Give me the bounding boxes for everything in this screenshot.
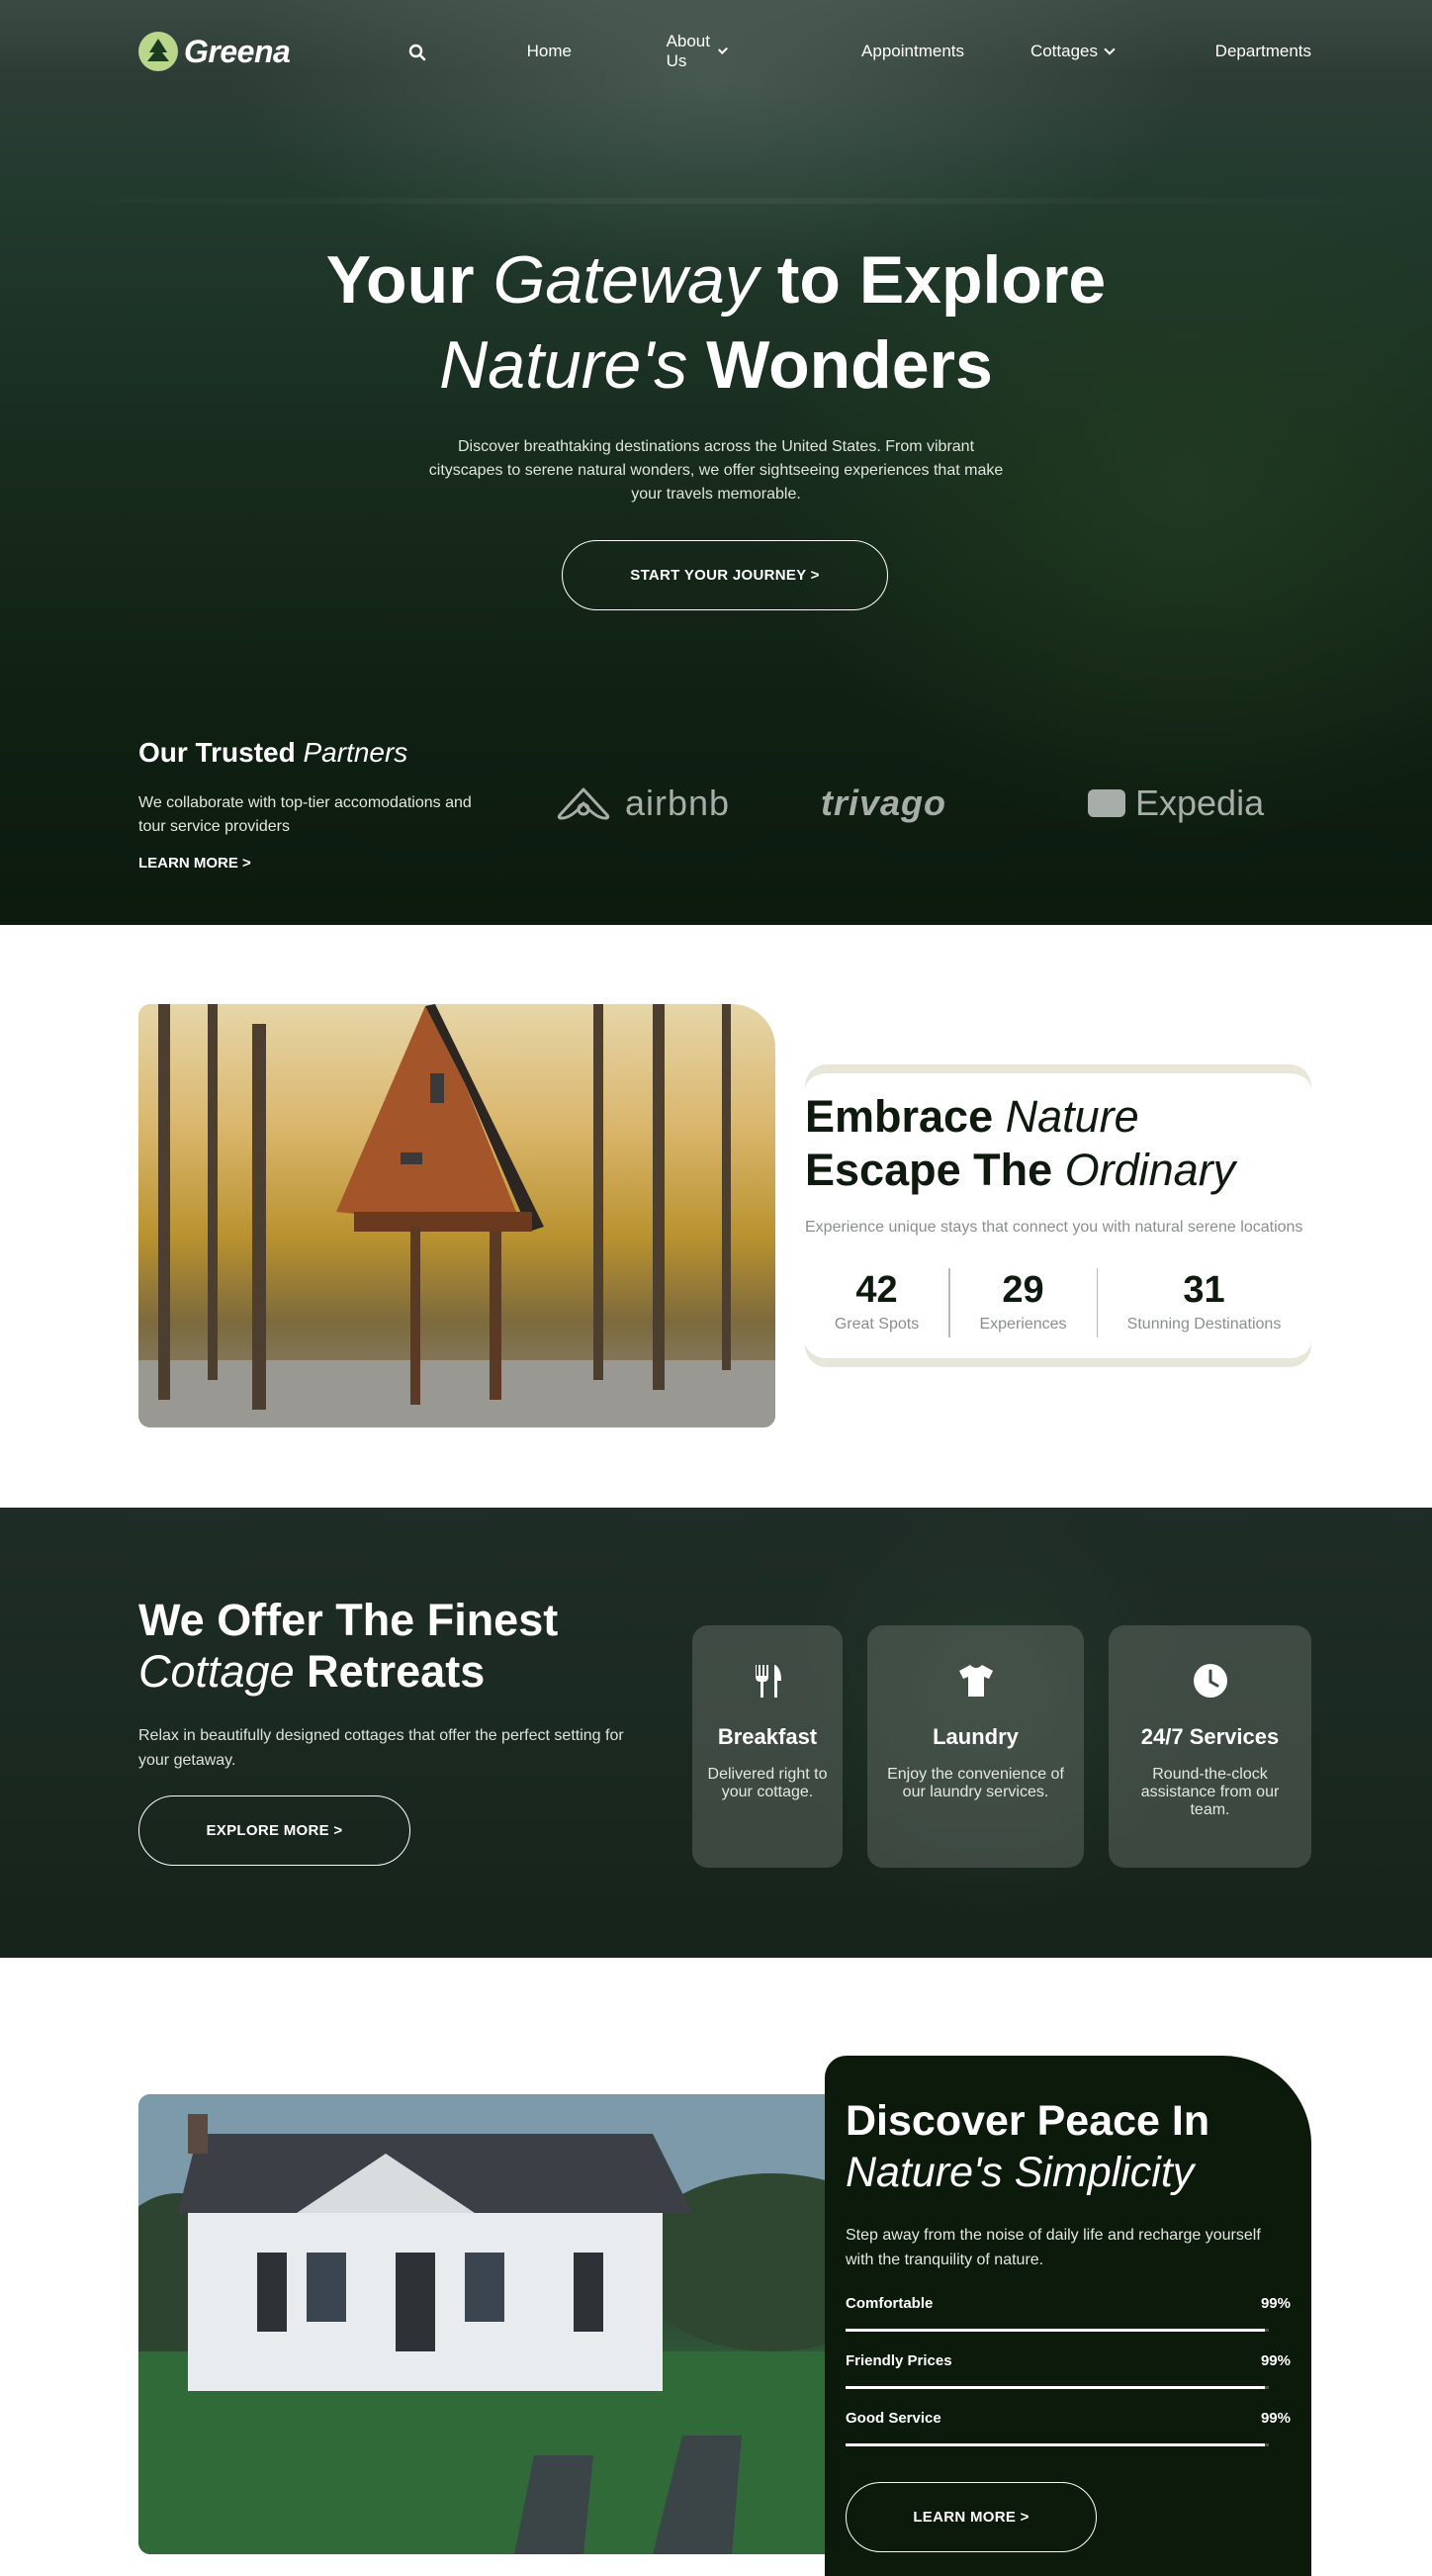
service-title: Laundry <box>933 1724 1019 1749</box>
nav-item-label: Appointments <box>861 42 964 60</box>
hero-title: Your Gateway to Explore Nature's Wonders <box>0 237 1432 408</box>
explore-more-button[interactable]: EXPLORE MORE > <box>138 1795 410 1866</box>
stat-label: Experiences <box>979 1316 1067 1333</box>
expedia-wordmark: Expedia <box>1135 782 1265 823</box>
progress-track <box>846 2329 1269 2332</box>
nav-item-about-us[interactable]: About Us <box>666 32 728 71</box>
clock-icon <box>1193 1664 1227 1698</box>
hero-title-part: Wonders <box>687 327 993 403</box>
tree-logo-icon <box>138 32 178 71</box>
progress-track <box>846 2443 1269 2446</box>
service-description: Enjoy the convenience of our laundry ser… <box>887 1766 1064 1800</box>
embrace-title-part: Escape The <box>805 1145 1065 1195</box>
service-card-24-7: 24/7 Services Round-the-clock assistance… <box>1109 1625 1311 1868</box>
stat-great-spots: 42 Great Spots <box>805 1268 948 1339</box>
airbnb-wordmark: airbnb <box>625 782 731 823</box>
hero-title-italic: Gateway <box>492 242 759 318</box>
embrace-title-part: Embrace <box>805 1091 1006 1142</box>
stat-label: Great Spots <box>834 1316 920 1333</box>
hero-title-part: Your <box>325 242 493 318</box>
nav-item-label: Home <box>526 42 572 60</box>
progress-friendly-prices: Friendly Prices 99% <box>846 2352 1291 2389</box>
treehouse-image <box>138 1004 775 1427</box>
trivago-wordmark: trivago <box>821 782 947 823</box>
progress-comfortable: Comfortable 99% <box>846 2295 1291 2332</box>
expedia-logo: Expedia <box>1088 782 1264 825</box>
service-description: Delivered right to your cottage. <box>707 1766 828 1800</box>
service-title: Breakfast <box>717 1724 818 1749</box>
airbnb-icon <box>557 787 610 820</box>
progress-fill <box>846 2329 1265 2332</box>
service-description: Round-the-clock assistance from our team… <box>1140 1766 1280 1818</box>
nav-item-label: About Us <box>666 32 710 70</box>
nav-item-home[interactable]: Home <box>527 42 572 61</box>
peace-learn-more-button[interactable]: LEARN MORE > <box>846 2482 1097 2552</box>
partners-title: Our Trusted Partners <box>138 737 407 769</box>
nav-item-label: Cottages <box>1029 42 1098 60</box>
peace-title: Discover Peace In Nature's Simplicity <box>846 2095 1209 2198</box>
top-navigation: Greena Home About Us Appointments Cottag… <box>138 28 1311 75</box>
peace-description: Step away from the noise of daily life a… <box>846 2227 1261 2268</box>
start-journey-button[interactable]: START YOUR JOURNEY > <box>562 540 888 610</box>
nav-item-cottages[interactable]: Cottages <box>1029 42 1116 61</box>
cottage-image <box>138 2094 850 2554</box>
finest-title: We Offer The Finest Cottage Retreats <box>138 1595 558 1698</box>
trivago-logo: trivago <box>821 782 946 825</box>
stat-label: Stunning Destinations <box>1126 1316 1282 1333</box>
stat-experiences: 29 Experiences <box>950 1268 1097 1339</box>
expedia-icon <box>1088 789 1125 817</box>
chevron-down-icon <box>718 44 728 54</box>
stat-destinations: 31 Stunning Destinations <box>1098 1268 1310 1339</box>
progress-label: Comfortable <box>846 2295 934 2312</box>
service-card-laundry: Laundry Enjoy the convenience of our lau… <box>867 1625 1084 1868</box>
hero-title-italic: Nature's <box>439 327 688 403</box>
cottage-illustration <box>138 2094 850 2554</box>
progress-track <box>846 2386 1269 2389</box>
partners-title-italic: Partners <box>303 737 408 768</box>
partners-learn-more-link[interactable]: LEARN MORE > <box>138 855 251 872</box>
hero-description: Discover breathtaking destinations acros… <box>428 438 1004 503</box>
service-title: 24/7 Services <box>1140 1724 1280 1749</box>
treehouse-illustration <box>138 1004 775 1427</box>
stat-value: 31 <box>1183 1269 1225 1311</box>
nav-item-departments[interactable]: Departments <box>1215 42 1311 61</box>
peace-title-italic: Nature's Simplicity <box>846 2149 1195 2196</box>
progress-label: Good Service <box>846 2410 941 2427</box>
progress-good-service: Good Service 99% <box>846 2410 1291 2446</box>
embrace-title-italic: Ordinary <box>1064 1145 1236 1195</box>
embrace-title: Embrace Nature Escape The Ordinary <box>805 1090 1235 1197</box>
progress-label: Friendly Prices <box>846 2352 952 2369</box>
utensils-icon <box>756 1665 781 1698</box>
progress-value: 99% <box>1260 2352 1291 2369</box>
finest-title-part: We Offer The Finest <box>138 1595 559 1645</box>
progress-fill <box>846 2386 1265 2389</box>
logo[interactable]: Greena <box>138 32 291 71</box>
progress-fill <box>846 2443 1265 2446</box>
hero-title-part: to Explore <box>758 242 1107 318</box>
stats-row: 42 Great Spots 29 Experiences 31 Stunnin… <box>805 1268 1311 1339</box>
chevron-down-icon <box>1104 43 1116 55</box>
progress-value: 99% <box>1260 2295 1291 2312</box>
nav-item-label: Departments <box>1214 42 1311 60</box>
peace-title-part: Discover Peace In <box>846 2097 1210 2145</box>
shirt-icon <box>958 1665 993 1697</box>
progress-value: 99% <box>1260 2410 1291 2427</box>
stat-value: 42 <box>855 1269 898 1311</box>
service-card-breakfast: Breakfast Delivered right to your cottag… <box>692 1625 843 1868</box>
embrace-title-italic: Nature <box>1005 1091 1139 1142</box>
partners-title-text: Our Trusted <box>138 737 304 768</box>
stat-value: 29 <box>1002 1269 1044 1311</box>
nav-item-appointments[interactable]: Appointments <box>861 42 964 61</box>
finest-title-italic: Cottage <box>138 1646 295 1697</box>
search-icon[interactable] <box>408 44 426 61</box>
airbnb-logo: airbnb <box>552 782 730 825</box>
finest-title-part: Retreats <box>294 1646 486 1697</box>
partners-description: We collaborate with top-tier accomodatio… <box>138 794 472 835</box>
finest-description: Relax in beautifully designed cottages t… <box>138 1727 624 1769</box>
embrace-subtitle: Experience unique stays that connect you… <box>805 1219 1303 1236</box>
logo-text: Greena <box>184 33 291 69</box>
